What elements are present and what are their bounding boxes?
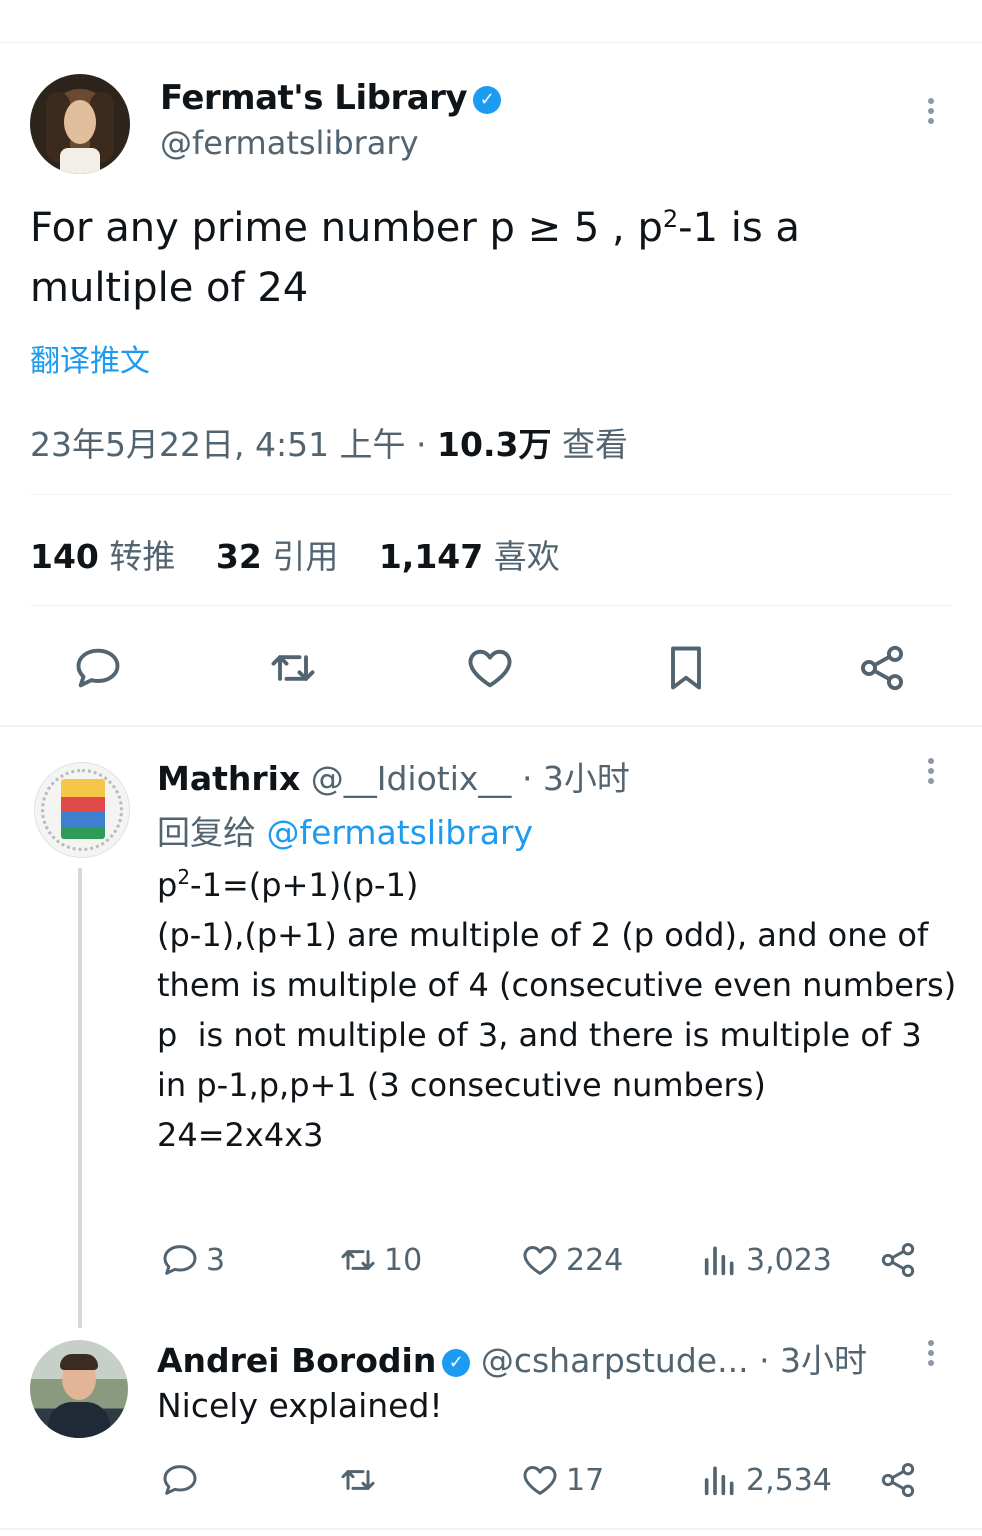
bookmark-icon: [671, 646, 701, 690]
reply-likes-count: 224: [566, 1242, 624, 1278]
reply-retweet-button[interactable]: 10: [338, 1236, 422, 1284]
replying-to-label: 回复给: [157, 813, 256, 852]
reply-line-1-a: p: [157, 866, 178, 904]
like-icon: [523, 1466, 557, 1495]
retweet-button[interactable]: [263, 636, 323, 700]
reply-action-bar-mathrix: 3 10 224 3,023: [0, 1236, 982, 1284]
reply-action-bar-andrei: 17 2,534: [0, 1456, 982, 1504]
reply-text-andrei: Nicely explained!: [157, 1386, 443, 1425]
reply-line-3: p is not multiple of 3, and there is mul…: [157, 1016, 932, 1104]
reply-share-button[interactable]: [878, 1236, 924, 1284]
reply-more-options-icon[interactable]: [926, 1336, 936, 1376]
retweet-icon: [341, 1470, 375, 1490]
verified-badge-icon: ✓: [442, 1348, 471, 1377]
reply-icon: [163, 1465, 197, 1495]
tweet-timestamp[interactable]: 23年5月22日, 4:51 上午 ·: [30, 425, 437, 464]
tweet-action-bar: [0, 636, 982, 700]
reply-header-mathrix: Mathrix @__Idiotix__ · 3小时: [157, 752, 630, 800]
verified-badge-icon: ✓: [473, 85, 502, 114]
reply-likes-count: 17: [566, 1462, 605, 1498]
bookmark-button[interactable]: [656, 636, 716, 700]
share-icon: [860, 645, 904, 691]
avatar-face: [64, 100, 96, 144]
author-name-text[interactable]: Fermat's Library: [160, 78, 468, 118]
reply-line-1-superscript: 2: [177, 865, 191, 889]
quotes-count: 32: [215, 537, 262, 576]
avatar-collar: [60, 148, 100, 174]
reply-line-1: p2-1=(p+1)(p-1): [157, 860, 957, 910]
translate-tweet-link[interactable]: 翻译推文: [30, 336, 150, 380]
avatar-body: [48, 1402, 110, 1438]
author-handle[interactable]: @fermatslibrary: [160, 124, 419, 162]
reply-author-handle[interactable]: @csharpstude...: [481, 1341, 749, 1380]
share-icon: [881, 1463, 915, 1497]
tweet-text-superscript: 2: [662, 205, 679, 233]
reply-author-name[interactable]: Mathrix: [157, 759, 300, 798]
reply-views-count: 2,534: [746, 1462, 832, 1498]
reply-header-andrei: Andrei Borodin ✓ @csharpstude... · 3小时: [157, 1334, 867, 1382]
reply-time[interactable]: · 3小时: [522, 759, 630, 798]
like-button[interactable]: [460, 636, 520, 700]
reply-like-button[interactable]: 17: [520, 1456, 604, 1504]
author-avatar[interactable]: [30, 74, 130, 174]
retweet-icon: [271, 655, 315, 681]
reply-avatar-mathrix[interactable]: [34, 762, 130, 858]
reply-like-button[interactable]: 224: [520, 1236, 623, 1284]
top-divider: [0, 42, 982, 43]
tweet-text-part1: For any prime number p ≥ 5 , p: [30, 205, 663, 251]
retweets-stat[interactable]: 140 转推: [30, 537, 175, 576]
reply-replies-count: 3: [206, 1242, 226, 1278]
like-icon: [523, 1246, 557, 1275]
likes-count: 1,147: [378, 537, 484, 576]
like-icon: [468, 649, 512, 688]
reply-line-1-b: -1=(p+1)(p-1): [190, 866, 419, 904]
meta-divider: [30, 494, 952, 495]
share-button[interactable]: [852, 636, 912, 700]
section-divider: [0, 725, 982, 727]
views-chart-icon: [704, 1246, 734, 1276]
reply-avatar-andrei[interactable]: [30, 1340, 128, 1438]
engagement-stats: 140 转推 32 引用 1,147 喜欢: [30, 530, 590, 578]
views-chart-icon: [704, 1466, 734, 1496]
reply-views-count: 3,023: [746, 1242, 832, 1278]
retweet-icon: [341, 1250, 375, 1270]
reply-text-mathrix: p2-1=(p+1)(p-1) (p-1),(p+1) are multiple…: [157, 860, 957, 1160]
reply-retweets-count: 10: [384, 1242, 423, 1278]
tweet-meta: 23年5月22日, 4:51 上午 · 10.3万 查看: [30, 418, 628, 466]
likes-stat[interactable]: 1,147 喜欢: [379, 537, 560, 576]
tweet-text: For any prime number p ≥ 5 , p2-1 is a m…: [30, 198, 950, 318]
reply-line-2: (p-1),(p+1) are multiple of 2 (p odd), a…: [157, 916, 957, 1004]
stats-divider: [30, 605, 952, 606]
reply-icon: [163, 1245, 197, 1275]
tweet-detail-page: Fermat's Library ✓ @fermatslibrary For an…: [0, 0, 982, 1536]
more-options-icon[interactable]: [926, 94, 936, 134]
retweets-count: 140: [30, 537, 99, 576]
reply-line-4: 24=2x4x3: [157, 1116, 324, 1154]
reply-more-options-icon[interactable]: [926, 754, 936, 794]
reply-views-button[interactable]: 2,534: [700, 1456, 832, 1504]
bottom-divider: [0, 1528, 982, 1530]
reply-icon: [76, 648, 120, 688]
avatar-hair: [60, 1354, 98, 1370]
reply-retweet-button[interactable]: [338, 1456, 384, 1504]
views-label: 查看: [561, 425, 628, 464]
retweets-label: 转推: [109, 537, 176, 576]
reply-button[interactable]: [68, 636, 128, 700]
replying-to-handle-link[interactable]: @fermatslibrary: [267, 813, 534, 852]
quotes-stat[interactable]: 32 引用: [216, 537, 338, 576]
replying-to: 回复给 @fermatslibrary: [157, 806, 533, 854]
avatar-art: [61, 779, 105, 839]
reply-reply-button[interactable]: 3: [160, 1236, 225, 1284]
reply-author-name[interactable]: Andrei Borodin: [157, 1341, 436, 1380]
views-count: 10.3万: [437, 425, 552, 464]
reply-author-handle[interactable]: @__Idiotix__: [311, 759, 512, 798]
reply-reply-button[interactable]: [160, 1456, 206, 1504]
reply-views-button[interactable]: 3,023: [700, 1236, 832, 1284]
reply-time[interactable]: · 3小时: [759, 1341, 867, 1380]
quotes-label: 引用: [272, 537, 339, 576]
share-icon: [881, 1243, 915, 1277]
likes-label: 喜欢: [493, 537, 560, 576]
reply-share-button[interactable]: [878, 1456, 924, 1504]
author-name[interactable]: Fermat's Library ✓: [160, 78, 502, 118]
